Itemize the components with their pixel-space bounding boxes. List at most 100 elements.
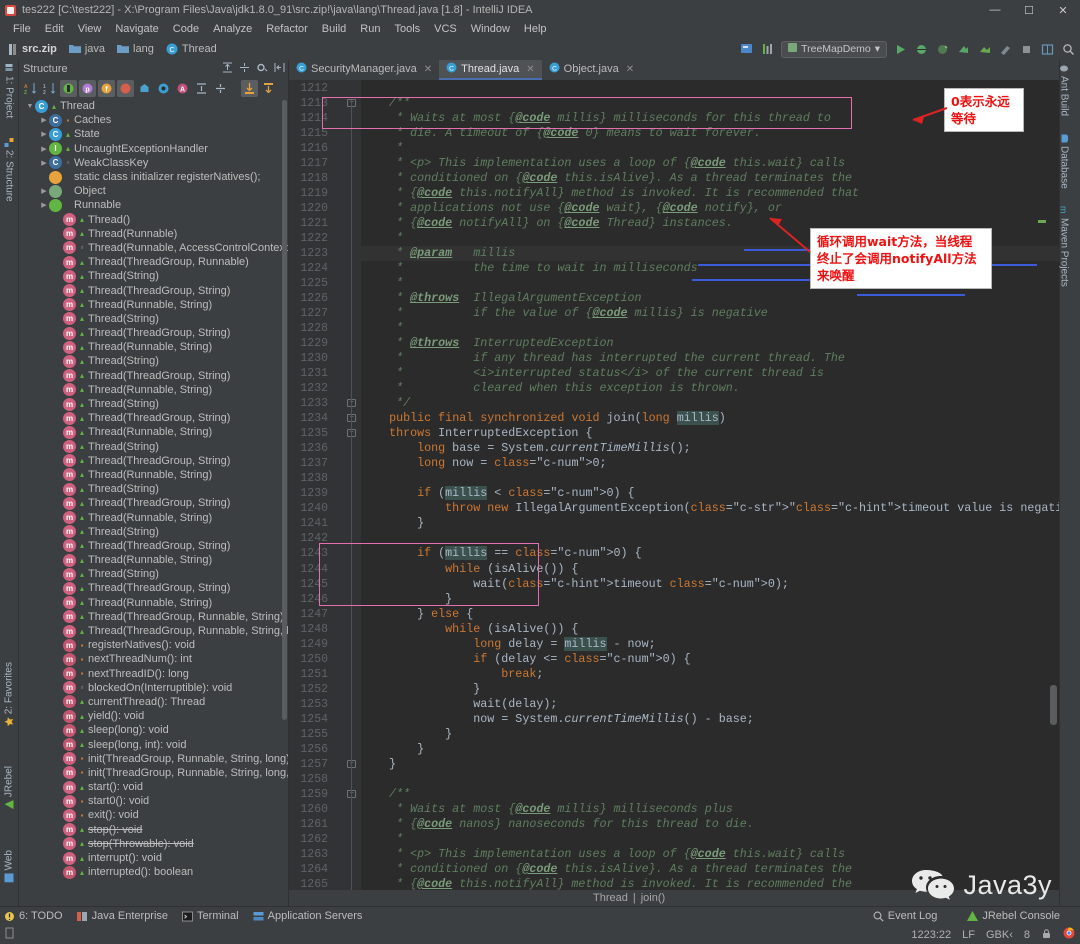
structure-tree-node[interactable]: m▴Thread(String)	[19, 440, 288, 454]
code-line[interactable]: while (isAlive()) {	[361, 562, 1059, 577]
coverage-icon[interactable]	[955, 41, 971, 57]
structure-tree-node[interactable]: m▪nextThreadNum(): int	[19, 652, 288, 666]
structure-tree-node[interactable]: ▶C▫WeakClassKey	[19, 156, 288, 170]
code-line[interactable]: * if any thread has interrupted the curr…	[361, 351, 1059, 366]
autoscroll-from-source-icon[interactable]	[260, 80, 277, 97]
menu-navigate[interactable]: Navigate	[108, 20, 165, 38]
structure-tree-node[interactable]: m▴Thread(ThreadGroup, String)	[19, 283, 288, 297]
structure-tree-node[interactable]: ▶C▴State	[19, 127, 288, 141]
structure-tree-node[interactable]: m▫Thread(Runnable, AccessControlContext)	[19, 241, 288, 255]
minimize-button[interactable]: —	[978, 0, 1012, 20]
run-icon[interactable]	[892, 41, 908, 57]
code-line[interactable]: * cleared when this exception is thrown.	[361, 381, 1059, 396]
structure-tree-node[interactable]: m▫blockedOn(Interruptible): void	[19, 681, 288, 695]
show-properties-icon[interactable]: p	[79, 80, 96, 97]
chevron-right-icon[interactable]: ▶	[39, 187, 49, 195]
settings-sync-icon[interactable]	[739, 41, 755, 57]
tab-securitymanager-java[interactable]: C SecurityManager.java ✕	[289, 60, 439, 80]
indent-size[interactable]: 8	[1024, 929, 1030, 941]
structure-tree-node[interactable]: m▴Thread(Runnable, String)	[19, 298, 288, 312]
collapse-all-icon[interactable]	[239, 62, 250, 76]
structure-tree-node[interactable]: m▴Thread(Runnable, String)	[19, 553, 288, 567]
breadcrumb-thread[interactable]: C Thread	[166, 43, 217, 55]
structure-tree-node[interactable]: m▴Thread(Runnable, String)	[19, 383, 288, 397]
code-line[interactable]: *	[361, 321, 1059, 336]
structure-tree-node[interactable]: m▴Thread(ThreadGroup, String)	[19, 369, 288, 383]
structure-tree-node[interactable]: m▴sleep(long, int): void	[19, 737, 288, 751]
strip-item-maven-projects[interactable]: m Maven Projects	[1059, 206, 1070, 287]
expand-icon[interactable]	[193, 80, 210, 97]
structure-tree-node[interactable]: m▴yield(): void	[19, 709, 288, 723]
menu-refactor[interactable]: Refactor	[259, 20, 315, 38]
code-line[interactable]	[361, 471, 1059, 486]
strip-item-web[interactable]: Web	[4, 850, 15, 882]
structure-tree-node[interactable]: m▴Thread(String)	[19, 354, 288, 368]
toolwin-application-servers[interactable]: Application Servers	[253, 910, 363, 922]
code-line[interactable]: break;	[361, 667, 1059, 682]
breadcrumb-class[interactable]: Thread	[593, 892, 628, 904]
structure-tree-node[interactable]: m▪init(ThreadGroup, Runnable, String, lo…	[19, 752, 288, 766]
close-icon[interactable]: ✕	[626, 64, 634, 75]
sort-visibility-icon[interactable]: 12	[41, 80, 58, 97]
strip-item-jrebel[interactable]: JRebel	[4, 766, 15, 809]
structure-tree-node[interactable]: m▪registerNatives(): void	[19, 638, 288, 652]
breadcrumb-method[interactable]: join()	[641, 892, 665, 904]
editor-scrollbar[interactable]	[1050, 685, 1057, 725]
close-button[interactable]: ✕	[1046, 0, 1080, 20]
close-icon[interactable]: ✕	[424, 64, 432, 75]
menu-window[interactable]: Window	[464, 20, 517, 38]
code-line[interactable]: if (delay <= class="c-num">0) {	[361, 652, 1059, 667]
close-icon[interactable]: ✕	[526, 64, 534, 75]
structure-tree-node[interactable]: m▴Thread(Runnable, String)	[19, 425, 288, 439]
structure-tree-node[interactable]: m▴Thread(String)	[19, 482, 288, 496]
search-icon[interactable]	[1060, 41, 1076, 57]
code-line[interactable]: } else {	[361, 607, 1059, 622]
structure-tree-node[interactable]: m▴Thread(String)	[19, 269, 288, 283]
code-line[interactable]: * <p> This implementation uses a loop of…	[361, 847, 1059, 862]
chevron-right-icon[interactable]: ▶	[39, 159, 49, 167]
code-line[interactable]: }	[361, 757, 1059, 772]
structure-tree-node[interactable]: ▶C▪Caches	[19, 113, 288, 127]
code-line[interactable]: while (isAlive()) {	[361, 622, 1059, 637]
code-line[interactable]: long now = class="c-num">0;	[361, 456, 1059, 471]
structure-tree-node[interactable]: m▴stop(Throwable): void	[19, 837, 288, 851]
structure-tree-node[interactable]: ▶Object	[19, 184, 288, 198]
code-line[interactable]: }	[361, 516, 1059, 531]
code-line[interactable]: wait(class="c-hint">timeout class="c-num…	[361, 577, 1059, 592]
profile-icon[interactable]	[976, 41, 992, 57]
marker-stripe[interactable]	[1038, 220, 1046, 223]
strip-item-database[interactable]: Database	[1059, 134, 1070, 189]
structure-tree-node[interactable]: m▴Thread(Runnable)	[19, 227, 288, 241]
chevron-down-icon[interactable]: ▼	[25, 103, 35, 110]
code-folding-gutter[interactable]: −−−−−−	[335, 80, 361, 890]
show-anonymous-icon[interactable]	[136, 80, 153, 97]
code-line[interactable]: }	[361, 727, 1059, 742]
gear-icon[interactable]	[256, 62, 268, 76]
code-line[interactable]: }	[361, 742, 1059, 757]
code-line[interactable]: *	[361, 832, 1059, 847]
structure-tree-node[interactable]: m▴Thread(ThreadGroup, String)	[19, 496, 288, 510]
toolwin-event-log[interactable]: Event Log	[873, 910, 938, 922]
structure-tree-node[interactable]: m▴Thread()	[19, 213, 288, 227]
strip-item-ant-build[interactable]: Ant Build	[1059, 64, 1070, 116]
code-line[interactable]: public final synchronized void join(long…	[361, 411, 1059, 426]
code-line[interactable]: if (millis < class="c-num">0) {	[361, 486, 1059, 501]
code-line[interactable]: *	[361, 141, 1059, 156]
layout-icon[interactable]	[1039, 41, 1055, 57]
structure-tree-node[interactable]: m▴Thread(ThreadGroup, String)	[19, 411, 288, 425]
autoscroll-to-source-icon[interactable]	[241, 80, 258, 97]
menu-analyze[interactable]: Analyze	[206, 20, 259, 38]
structure-tree-node[interactable]: m▪exit(): void	[19, 808, 288, 822]
stop-icon[interactable]	[1018, 41, 1034, 57]
structure-tree-node[interactable]: m▪start0(): void	[19, 794, 288, 808]
menu-vcs[interactable]: VCS	[427, 20, 464, 38]
structure-tree-node[interactable]: static class initializer registerNatives…	[19, 170, 288, 184]
sort-alpha-icon[interactable]: AZ	[22, 80, 39, 97]
code-line[interactable]: long base = System.currentTimeMillis();	[361, 441, 1059, 456]
code-line[interactable]: * <i>interrupted status</i> of the curre…	[361, 366, 1059, 381]
structure-tree-node[interactable]: m▴Thread(String)	[19, 397, 288, 411]
chevron-right-icon[interactable]: ▶	[39, 130, 49, 138]
structure-tree-node[interactable]: m▪init(ThreadGroup, Runnable, String, lo…	[19, 766, 288, 780]
code-line[interactable]: throw new IllegalArgumentException(class…	[361, 501, 1059, 516]
lock-icon[interactable]	[1041, 928, 1052, 942]
